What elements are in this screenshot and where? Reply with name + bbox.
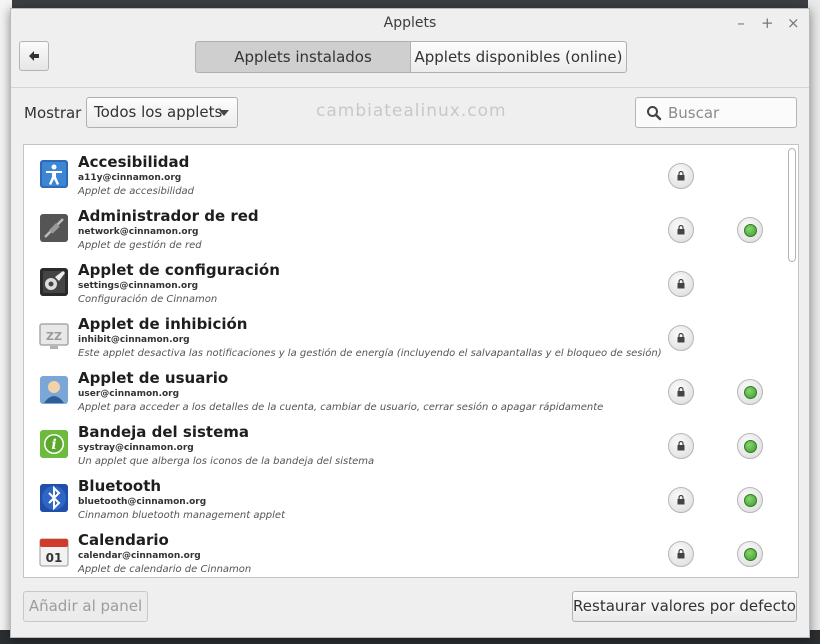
search-placeholder: Buscar [668, 104, 720, 122]
lock-icon [677, 441, 685, 451]
network-icon [40, 214, 68, 242]
footer: Añadir al panel Restaurar valores por de… [11, 587, 809, 637]
arrow-left-icon [29, 51, 39, 61]
user-icon [40, 376, 68, 404]
applet-uuid: systray@cinnamon.org [78, 443, 194, 453]
applet-name: Calendario [78, 531, 169, 549]
applet-name: Accesibilidad [78, 153, 190, 171]
applets-window: Applets – + × Applets instalados Applets… [10, 8, 810, 638]
search-input[interactable]: Buscar [635, 97, 797, 128]
applet-uuid: calendar@cinnamon.org [78, 551, 201, 561]
tab-bar: Applets instalados Applets disponibles (… [195, 41, 627, 73]
applet-list[interactable]: Accesibilidad a11y@cinnamon.org Applet d… [23, 144, 799, 578]
filter-row: Mostrar Todos los applets cambiatealinux… [11, 95, 809, 131]
maximize-button[interactable]: + [761, 9, 774, 37]
inhibit-icon-label: ZZ [46, 330, 62, 343]
list-item[interactable]: Bluetooth bluetooth@cinnamon.org Cinnamo… [24, 473, 784, 527]
active-status-indicator[interactable] [737, 217, 763, 243]
lock-button[interactable] [668, 271, 694, 297]
list-item[interactable]: 01 Calendario calendar@cinnamon.org Appl… [24, 527, 784, 577]
restore-defaults-button[interactable]: Restaurar valores por defecto [572, 591, 797, 622]
caret-down-icon [219, 110, 229, 116]
lock-button[interactable] [668, 163, 694, 189]
applet-description: Applet de calendario de Cinnamon [78, 564, 252, 575]
applet-name: Applet de usuario [78, 369, 229, 387]
applet-description: Applet de gestión de red [78, 240, 202, 251]
show-filter-value: Todos los applets [94, 103, 223, 121]
inhibit-icon: ZZ [39, 323, 69, 349]
applet-description: Cinnamon bluetooth management applet [78, 510, 285, 521]
applet-uuid: settings@cinnamon.org [78, 281, 199, 291]
applet-description: Configuración de Cinnamon [78, 294, 218, 305]
list-item[interactable]: Applet de usuario user@cinnamon.org Appl… [24, 365, 784, 419]
lock-icon [677, 495, 685, 505]
back-button[interactable] [19, 41, 49, 71]
active-dot-icon [744, 494, 757, 507]
list-item[interactable]: Accesibilidad a11y@cinnamon.org Applet d… [24, 149, 784, 203]
applet-description: Applet para acceder a los detalles de la… [78, 402, 604, 413]
applet-description: Este applet desactiva las notificaciones… [78, 348, 662, 359]
info-icon: i [40, 430, 68, 458]
active-dot-icon [744, 224, 757, 237]
tab-installed-applets[interactable]: Applets instalados [195, 41, 411, 73]
window-titlebar: Applets – + × [11, 9, 809, 37]
lock-button[interactable] [668, 217, 694, 243]
bluetooth-icon [40, 484, 68, 512]
lock-button[interactable] [668, 487, 694, 513]
applet-description: Un applet que alberga los iconos de la b… [78, 456, 375, 467]
scrollbar-thumb[interactable] [788, 148, 796, 262]
applet-uuid: inhibit@cinnamon.org [78, 335, 190, 345]
watermark: cambiatealinux.com [316, 101, 507, 121]
window-controls: – + × [735, 9, 799, 37]
list-item[interactable]: Administrador de red network@cinnamon.or… [24, 203, 784, 257]
toolbar: Applets instalados Applets disponibles (… [11, 37, 809, 88]
applet-name: Applet de inhibición [78, 315, 248, 333]
active-status-indicator[interactable] [737, 487, 763, 513]
add-to-panel-button[interactable]: Añadir al panel [23, 591, 148, 622]
tab-available-applets[interactable]: Applets disponibles (online) [411, 41, 627, 73]
list-item[interactable]: i Bandeja del sistema systray@cinnamon.o… [24, 419, 784, 473]
applet-name: Bluetooth [78, 477, 162, 495]
accessibility-icon [40, 160, 68, 188]
active-status-indicator[interactable] [737, 541, 763, 567]
minimize-button[interactable]: – [735, 9, 747, 37]
window-title: Applets [383, 15, 437, 31]
lock-icon [677, 333, 685, 343]
active-dot-icon [744, 386, 757, 399]
applet-uuid: a11y@cinnamon.org [78, 173, 182, 183]
lock-button[interactable] [668, 379, 694, 405]
search-icon [647, 106, 662, 121]
lock-button[interactable] [668, 541, 694, 567]
svg-text:i: i [51, 437, 56, 453]
active-status-indicator[interactable] [737, 379, 763, 405]
active-status-indicator[interactable] [737, 433, 763, 459]
lock-icon [677, 171, 685, 181]
applet-name: Bandeja del sistema [78, 423, 249, 441]
applet-description: Applet de accesibilidad [78, 186, 195, 197]
list-item[interactable]: Applet de configuración settings@cinnamo… [24, 257, 784, 311]
show-label: Mostrar [24, 104, 82, 122]
applet-name: Administrador de red [78, 207, 259, 225]
applet-uuid: bluetooth@cinnamon.org [78, 497, 207, 507]
applet-uuid: network@cinnamon.org [78, 227, 199, 237]
active-dot-icon [744, 440, 757, 453]
active-dot-icon [744, 548, 757, 561]
lock-button[interactable] [668, 325, 694, 351]
lock-icon [677, 387, 685, 397]
list-scrollbar[interactable] [788, 148, 796, 572]
applet-uuid: user@cinnamon.org [78, 389, 180, 399]
close-button[interactable]: × [787, 9, 800, 37]
show-filter-dropdown[interactable]: Todos los applets [86, 97, 238, 128]
lock-button[interactable] [668, 433, 694, 459]
lock-icon [677, 225, 685, 235]
applet-name: Applet de configuración [78, 261, 280, 279]
settings-icon [40, 268, 68, 296]
lock-icon [677, 549, 685, 559]
lock-icon [677, 279, 685, 289]
calendar-icon-day: 01 [46, 551, 63, 565]
calendar-icon: 01 [39, 538, 69, 567]
list-item[interactable]: ZZ Applet de inhibición inhibit@cinnamon… [24, 311, 784, 365]
